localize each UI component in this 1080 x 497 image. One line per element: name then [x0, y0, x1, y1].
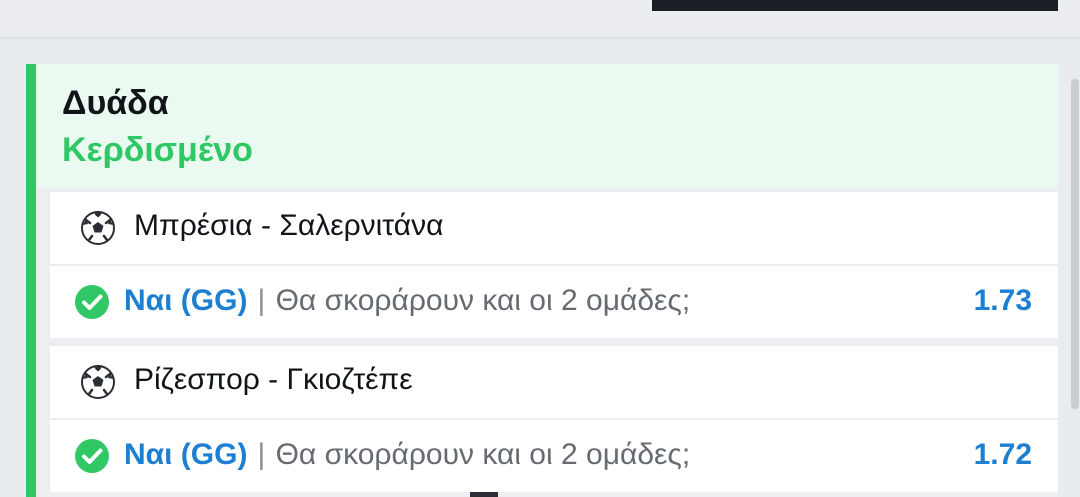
soccer-ball-icon — [81, 364, 115, 399]
pick-line: Ναι (GG) | Θα σκοράρουν και οι 2 ομάδες; — [124, 284, 690, 318]
pick-line: Ναι (GG) | Θα σκοράρουν και οι 2 ομάδες; — [124, 438, 690, 472]
pick-row[interactable]: Ναι (GG) | Θα σκοράρουν και οι 2 ομάδες; … — [50, 266, 1058, 338]
bet-card[interactable]: Δυάδα Κερδισμένο Μπρέσια - Σαλερνιτάνα Ν… — [26, 64, 1058, 497]
pick-selection: Ναι (GG) — [124, 438, 248, 471]
match-name: Μπρέσια - Σαλερνιτάνα — [134, 209, 444, 242]
bet-type-title: Δυάδα — [62, 84, 169, 122]
pick-separator: | — [257, 438, 266, 471]
match-row[interactable]: Μπρέσια - Σαλερνιτάνα — [50, 192, 1058, 264]
match-row[interactable]: Ρίζεσπορ - Γκιοζτέπε — [50, 346, 1058, 418]
pick-market: Θα σκοράρουν και οι 2 ομάδες; — [275, 438, 691, 471]
status-accent-bar — [26, 64, 36, 497]
soccer-ball-icon — [81, 210, 115, 245]
check-circle-icon — [75, 439, 109, 473]
pick-selection: Ναι (GG) — [124, 284, 248, 317]
pick-row[interactable]: Ναι (GG) | Θα σκοράρουν και οι 2 ομάδες; … — [50, 420, 1058, 492]
bottom-handle — [470, 492, 498, 497]
match-name: Ρίζεσπορ - Γκιοζτέπε — [134, 363, 413, 396]
scrollbar[interactable] — [1070, 39, 1080, 497]
bet-status: Κερδισμένο — [62, 131, 253, 169]
bet-slip-page: Δυάδα Κερδισμένο Μπρέσια - Σαλερνιτάνα Ν… — [0, 0, 1080, 497]
pick-market: Θα σκοράρουν και οι 2 ομάδες; — [275, 284, 691, 317]
pick-odds: 1.72 — [973, 438, 1032, 471]
top-dark-panel — [652, 0, 1058, 11]
scrollbar-thumb[interactable] — [1071, 79, 1079, 409]
top-bar — [0, 0, 1080, 39]
bet-header: Δυάδα Κερδισμένο — [36, 64, 1058, 188]
pick-separator: | — [257, 284, 266, 317]
check-circle-icon — [75, 285, 109, 319]
pick-odds: 1.73 — [973, 284, 1032, 317]
